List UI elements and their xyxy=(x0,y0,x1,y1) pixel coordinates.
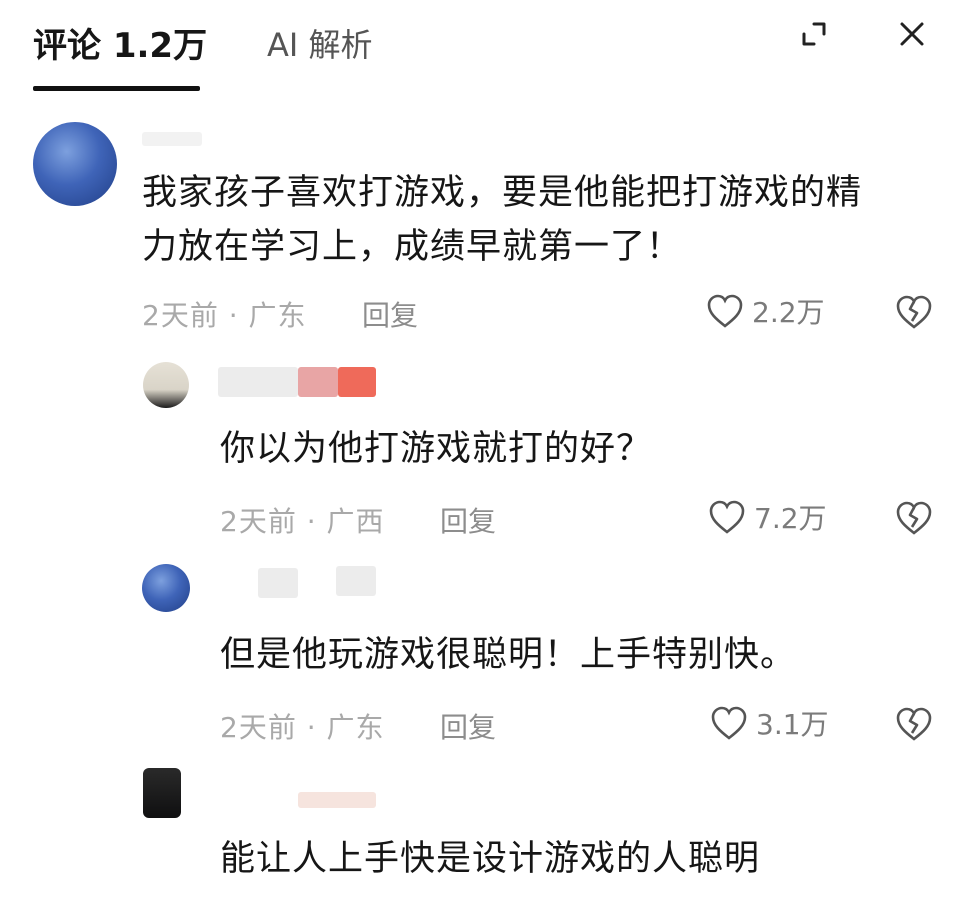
username-blurred[interactable] xyxy=(142,132,202,146)
avatar[interactable] xyxy=(142,564,190,612)
like-button[interactable]: 7.2万 xyxy=(708,497,827,537)
comment-text: 我家孩子喜欢打游戏，要是他能把打游戏的精 力放在学习上，成绩早就第一了！ xyxy=(142,166,942,274)
comment-line: 力放在学习上，成绩早就第一了！ xyxy=(142,227,683,267)
like-button[interactable]: 3.1万 xyxy=(710,703,829,743)
avatar[interactable] xyxy=(143,362,189,408)
close-button[interactable] xyxy=(888,10,936,58)
tab-active-indicator xyxy=(33,86,200,91)
like-button[interactable]: 2.2万 xyxy=(706,291,825,331)
reply-button[interactable]: 回复 xyxy=(362,294,418,334)
like-count: 7.2万 xyxy=(754,502,827,535)
close-icon xyxy=(900,22,924,46)
dislike-button[interactable] xyxy=(890,288,938,336)
avatar[interactable] xyxy=(143,768,181,818)
tab-ai-analysis[interactable]: AI 解析 xyxy=(267,20,373,66)
expand-icon xyxy=(802,22,826,46)
expand-button[interactable] xyxy=(790,10,838,58)
heart-icon xyxy=(711,706,747,740)
username-blurred xyxy=(336,566,376,596)
heart-icon xyxy=(707,294,743,328)
dislike-button[interactable] xyxy=(890,494,938,542)
broken-heart-icon xyxy=(896,501,932,535)
comment-text: 你以为他打游戏就打的好？ xyxy=(220,429,653,469)
comment-meta: 2天前 · 广东 xyxy=(220,711,385,744)
avatar[interactable] xyxy=(33,122,117,206)
tab-comments[interactable]: 评论 1.2万 xyxy=(33,18,207,67)
reply-button[interactable]: 回复 xyxy=(440,706,496,746)
username-blurred[interactable] xyxy=(218,367,298,397)
username-blurred xyxy=(338,367,376,397)
comment-text: 但是他玩游戏很聪明！上手特别快。 xyxy=(220,635,797,675)
comment-meta: 2天前 · 广东 xyxy=(142,299,307,332)
username-blurred[interactable] xyxy=(258,568,298,598)
comment-line: 我家孩子喜欢打游戏，要是他能把打游戏的精 xyxy=(142,173,863,213)
username-blurred xyxy=(298,367,338,397)
comment-meta: 2天前 · 广西 xyxy=(220,505,385,538)
heart-icon xyxy=(709,500,745,534)
comment-text: 能让人上手快是设计游戏的人聪明 xyxy=(220,839,761,879)
reply-button[interactable]: 回复 xyxy=(440,500,496,540)
dislike-button[interactable] xyxy=(890,700,938,748)
like-count: 2.2万 xyxy=(752,296,825,329)
username-blurred[interactable] xyxy=(298,792,376,808)
broken-heart-icon xyxy=(896,295,932,329)
like-count: 3.1万 xyxy=(756,708,829,741)
broken-heart-icon xyxy=(896,707,932,741)
